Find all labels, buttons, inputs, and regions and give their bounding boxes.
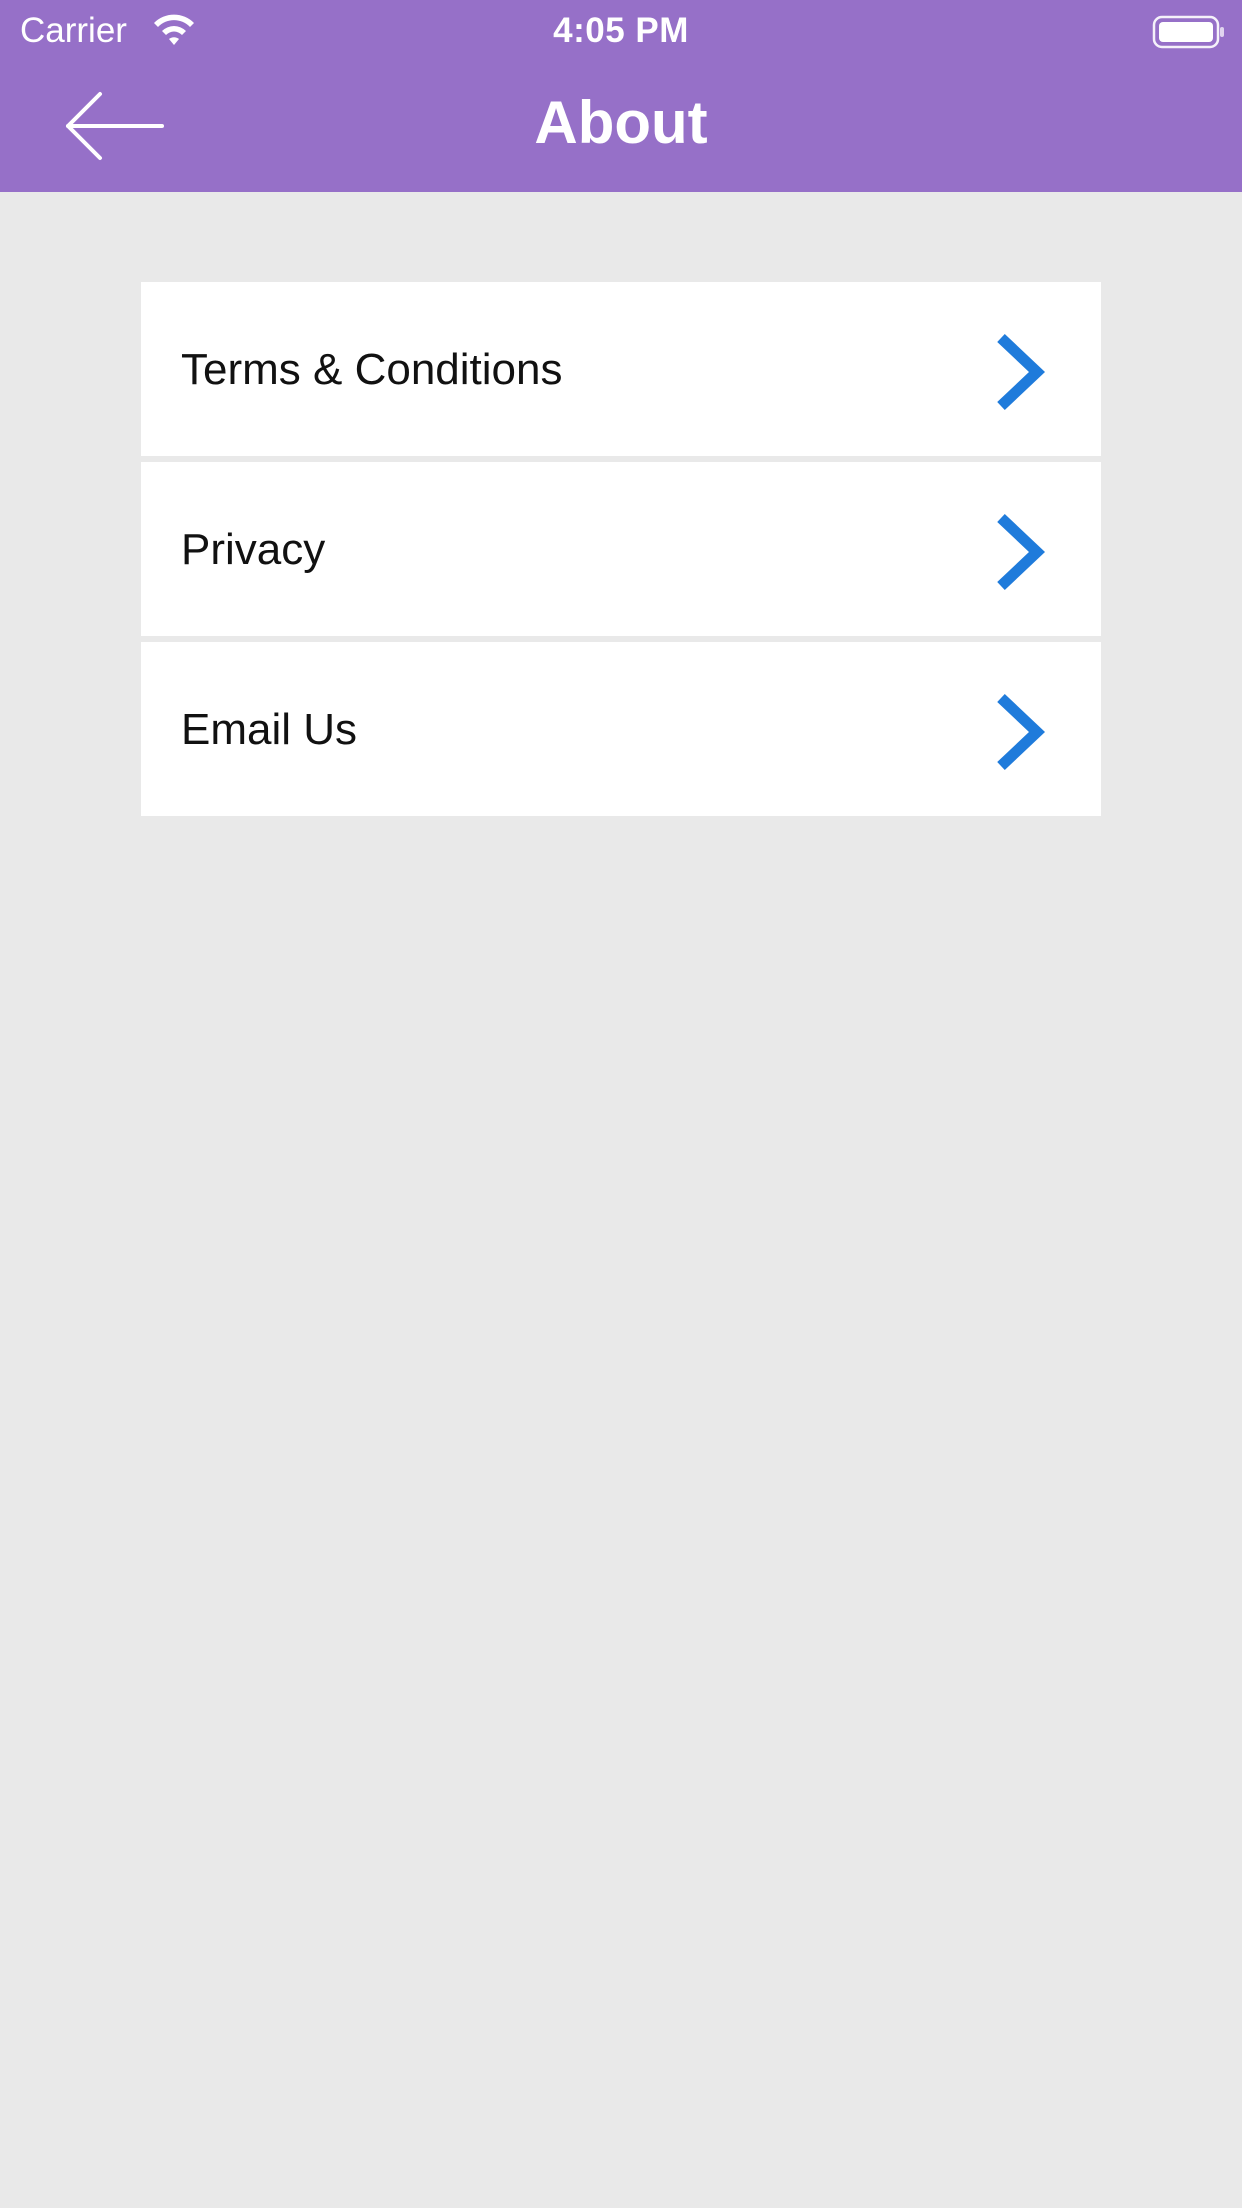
- menu-item-label: Privacy: [181, 525, 326, 574]
- app-header: Carrier 4:05 PM About: [0, 0, 1242, 192]
- battery-icon: [1152, 15, 1224, 49]
- page-title: About: [534, 89, 708, 156]
- menu-item-terms-conditions[interactable]: Terms & Conditions: [141, 282, 1101, 456]
- menu-item-label: Terms & Conditions: [181, 345, 563, 394]
- status-time: 4:05 PM: [553, 11, 689, 50]
- chevron-right-icon: [997, 334, 1046, 410]
- navigation-bar: About: [0, 62, 1242, 192]
- chevron-right-icon: [997, 514, 1046, 590]
- menu-item-email-us[interactable]: Email Us: [141, 642, 1101, 816]
- status-bar: Carrier 4:05 PM: [0, 0, 1242, 62]
- about-menu-list: Terms & Conditions Privacy Email Us: [141, 282, 1101, 822]
- menu-item-privacy[interactable]: Privacy: [141, 462, 1101, 636]
- chevron-right-icon: [997, 694, 1046, 770]
- menu-item-label: Email Us: [181, 705, 358, 754]
